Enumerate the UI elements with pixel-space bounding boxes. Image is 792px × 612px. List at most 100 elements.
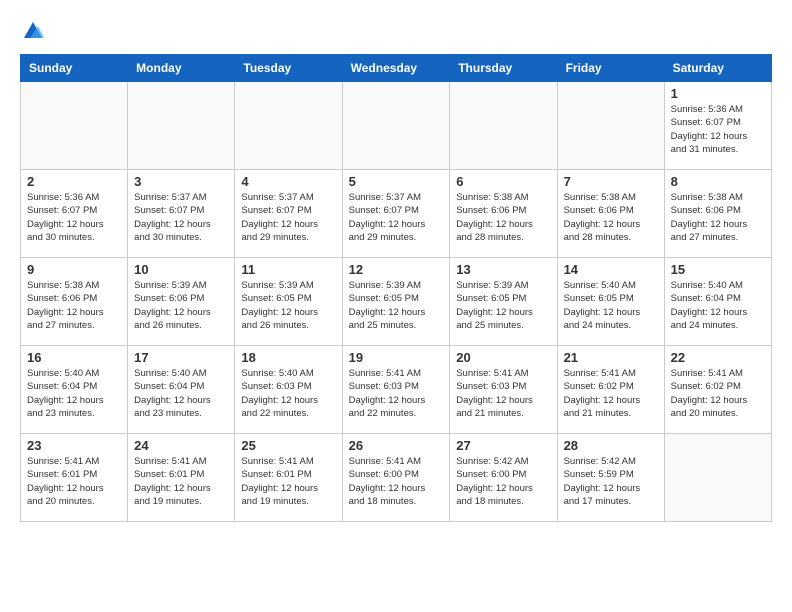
calendar-cell: 27 Sunrise: 5:42 AM Sunset: 6:00 PM Dayli… — [450, 434, 557, 522]
day-info: Sunrise: 5:39 AM Sunset: 6:05 PM Dayligh… — [456, 279, 550, 332]
calendar-week-row: 9Sunrise: 5:38 AM Sunset: 6:06 PM Daylig… — [21, 258, 772, 346]
calendar-cell: 6 Sunrise: 5:38 AM Sunset: 6:06 PM Daylig… — [450, 170, 557, 258]
day-number: 27 — [456, 438, 550, 453]
day-info: Sunrise: 5:40 AM Sunset: 6:04 PM Dayligh… — [134, 367, 228, 420]
day-info: Sunrise: 5:36 AM Sunset: 6:07 PM Dayligh… — [671, 103, 765, 156]
day-info: Sunrise: 5:41 AM Sunset: 6:02 PM Dayligh… — [564, 367, 658, 420]
day-number: 17 — [134, 350, 228, 365]
day-info: Sunrise: 5:42 AM Sunset: 6:00 PM Dayligh… — [456, 455, 550, 508]
day-info: Sunrise: 5:36 AM Sunset: 6:07 PM Dayligh… — [27, 191, 121, 244]
day-info: Sunrise: 5:41 AM Sunset: 6:01 PM Dayligh… — [27, 455, 121, 508]
calendar-cell: 28 Sunrise: 5:42 AM Sunset: 5:59 PM Dayli… — [557, 434, 664, 522]
calendar-cell: 9Sunrise: 5:38 AM Sunset: 6:06 PM Daylig… — [21, 258, 128, 346]
calendar-cell — [557, 82, 664, 170]
calendar-week-row: 23 Sunrise: 5:41 AM Sunset: 6:01 PM Dayli… — [21, 434, 772, 522]
day-info: Sunrise: 5:38 AM Sunset: 6:06 PM Dayligh… — [564, 191, 658, 244]
day-info: Sunrise: 5:40 AM Sunset: 6:03 PM Dayligh… — [241, 367, 335, 420]
calendar-cell: 25Sunrise: 5:41 AM Sunset: 6:01 PM Dayli… — [235, 434, 342, 522]
calendar-week-row: 2 Sunrise: 5:36 AM Sunset: 6:07 PM Daylig… — [21, 170, 772, 258]
calendar-cell: 22 Sunrise: 5:41 AM Sunset: 6:02 PM Dayli… — [664, 346, 771, 434]
calendar-cell: 21 Sunrise: 5:41 AM Sunset: 6:02 PM Dayli… — [557, 346, 664, 434]
day-number: 16 — [27, 350, 121, 365]
calendar-cell: 24 Sunrise: 5:41 AM Sunset: 6:01 PM Dayli… — [128, 434, 235, 522]
calendar-cell: 23 Sunrise: 5:41 AM Sunset: 6:01 PM Dayli… — [21, 434, 128, 522]
calendar-cell: 12Sunrise: 5:39 AM Sunset: 6:05 PM Dayli… — [342, 258, 450, 346]
day-number: 15 — [671, 262, 765, 277]
calendar-week-row: 1 Sunrise: 5:36 AM Sunset: 6:07 PM Daylig… — [21, 82, 772, 170]
day-number: 11 — [241, 262, 335, 277]
day-number: 8 — [671, 174, 765, 189]
day-number: 18 — [241, 350, 335, 365]
page-header — [20, 20, 772, 38]
day-number: 19 — [349, 350, 444, 365]
day-info: Sunrise: 5:37 AM Sunset: 6:07 PM Dayligh… — [349, 191, 444, 244]
day-info: Sunrise: 5:41 AM Sunset: 6:03 PM Dayligh… — [456, 367, 550, 420]
calendar-cell: 16 Sunrise: 5:40 AM Sunset: 6:04 PM Dayli… — [21, 346, 128, 434]
day-number: 23 — [27, 438, 121, 453]
day-info: Sunrise: 5:37 AM Sunset: 6:07 PM Dayligh… — [241, 191, 335, 244]
day-info: Sunrise: 5:39 AM Sunset: 6:05 PM Dayligh… — [241, 279, 335, 332]
calendar-cell: 15 Sunrise: 5:40 AM Sunset: 6:04 PM Dayli… — [664, 258, 771, 346]
calendar-cell: 26 Sunrise: 5:41 AM Sunset: 6:00 PM Dayli… — [342, 434, 450, 522]
calendar-cell: 13 Sunrise: 5:39 AM Sunset: 6:05 PM Dayli… — [450, 258, 557, 346]
day-info: Sunrise: 5:38 AM Sunset: 6:06 PM Dayligh… — [671, 191, 765, 244]
day-info: Sunrise: 5:41 AM Sunset: 6:03 PM Dayligh… — [349, 367, 444, 420]
day-number: 14 — [564, 262, 658, 277]
day-number: 28 — [564, 438, 658, 453]
day-info: Sunrise: 5:38 AM Sunset: 6:06 PM Dayligh… — [27, 279, 121, 332]
calendar-cell — [128, 82, 235, 170]
day-number: 1 — [671, 86, 765, 101]
day-number: 24 — [134, 438, 228, 453]
weekday-header: Monday — [128, 55, 235, 82]
day-info: Sunrise: 5:40 AM Sunset: 6:04 PM Dayligh… — [27, 367, 121, 420]
calendar-cell: 5Sunrise: 5:37 AM Sunset: 6:07 PM Daylig… — [342, 170, 450, 258]
weekday-header: Wednesday — [342, 55, 450, 82]
calendar-cell: 19 Sunrise: 5:41 AM Sunset: 6:03 PM Dayli… — [342, 346, 450, 434]
day-number: 2 — [27, 174, 121, 189]
weekday-header: Saturday — [664, 55, 771, 82]
calendar-cell: 14 Sunrise: 5:40 AM Sunset: 6:05 PM Dayli… — [557, 258, 664, 346]
weekday-header: Tuesday — [235, 55, 342, 82]
day-info: Sunrise: 5:37 AM Sunset: 6:07 PM Dayligh… — [134, 191, 228, 244]
day-info: Sunrise: 5:40 AM Sunset: 6:05 PM Dayligh… — [564, 279, 658, 332]
calendar-cell: 2 Sunrise: 5:36 AM Sunset: 6:07 PM Daylig… — [21, 170, 128, 258]
weekday-header: Friday — [557, 55, 664, 82]
day-number: 6 — [456, 174, 550, 189]
day-number: 13 — [456, 262, 550, 277]
calendar-cell: 18 Sunrise: 5:40 AM Sunset: 6:03 PM Dayli… — [235, 346, 342, 434]
calendar-cell: 10 Sunrise: 5:39 AM Sunset: 6:06 PM Dayli… — [128, 258, 235, 346]
calendar-week-row: 16 Sunrise: 5:40 AM Sunset: 6:04 PM Dayli… — [21, 346, 772, 434]
calendar-cell — [342, 82, 450, 170]
calendar-cell: 1 Sunrise: 5:36 AM Sunset: 6:07 PM Daylig… — [664, 82, 771, 170]
day-info: Sunrise: 5:42 AM Sunset: 5:59 PM Dayligh… — [564, 455, 658, 508]
calendar-cell: 3 Sunrise: 5:37 AM Sunset: 6:07 PM Daylig… — [128, 170, 235, 258]
calendar-cell: 17 Sunrise: 5:40 AM Sunset: 6:04 PM Dayli… — [128, 346, 235, 434]
day-number: 4 — [241, 174, 335, 189]
calendar-cell — [21, 82, 128, 170]
day-info: Sunrise: 5:39 AM Sunset: 6:06 PM Dayligh… — [134, 279, 228, 332]
calendar-header-row: SundayMondayTuesdayWednesdayThursdayFrid… — [21, 55, 772, 82]
day-number: 21 — [564, 350, 658, 365]
weekday-header: Thursday — [450, 55, 557, 82]
day-number: 10 — [134, 262, 228, 277]
calendar-cell: 8 Sunrise: 5:38 AM Sunset: 6:06 PM Daylig… — [664, 170, 771, 258]
calendar-cell: 7 Sunrise: 5:38 AM Sunset: 6:06 PM Daylig… — [557, 170, 664, 258]
calendar-cell: 4 Sunrise: 5:37 AM Sunset: 6:07 PM Daylig… — [235, 170, 342, 258]
day-info: Sunrise: 5:41 AM Sunset: 6:01 PM Dayligh… — [241, 455, 335, 508]
day-number: 3 — [134, 174, 228, 189]
day-info: Sunrise: 5:40 AM Sunset: 6:04 PM Dayligh… — [671, 279, 765, 332]
calendar-cell: 11 Sunrise: 5:39 AM Sunset: 6:05 PM Dayli… — [235, 258, 342, 346]
calendar-cell: 20Sunrise: 5:41 AM Sunset: 6:03 PM Dayli… — [450, 346, 557, 434]
day-number: 12 — [349, 262, 444, 277]
day-number: 26 — [349, 438, 444, 453]
day-info: Sunrise: 5:41 AM Sunset: 6:01 PM Dayligh… — [134, 455, 228, 508]
day-info: Sunrise: 5:41 AM Sunset: 6:00 PM Dayligh… — [349, 455, 444, 508]
calendar-cell — [450, 82, 557, 170]
calendar-table: SundayMondayTuesdayWednesdayThursdayFrid… — [20, 54, 772, 522]
day-info: Sunrise: 5:38 AM Sunset: 6:06 PM Dayligh… — [456, 191, 550, 244]
day-info: Sunrise: 5:41 AM Sunset: 6:02 PM Dayligh… — [671, 367, 765, 420]
day-number: 7 — [564, 174, 658, 189]
day-number: 22 — [671, 350, 765, 365]
calendar-cell — [235, 82, 342, 170]
logo — [20, 20, 44, 38]
